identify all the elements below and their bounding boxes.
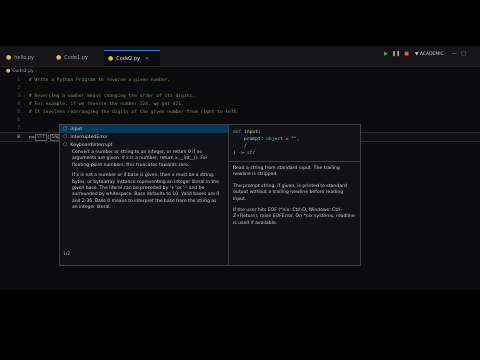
suggestion-counter: 1/2	[63, 252, 71, 257]
python-file-icon: ●	[108, 55, 114, 62]
python-file-icon: ●	[6, 54, 12, 61]
line-number: 5	[17, 109, 20, 115]
code-line: 4 # For example, if we reverse the numbe…	[0, 100, 480, 108]
hover-doc-text: Read a string from standard input. The t…	[229, 166, 360, 227]
python-file-icon: ●	[6, 68, 11, 74]
run-icon[interactable]: ▶	[384, 51, 388, 57]
code-text: # For example, if we reverse the number …	[29, 101, 184, 107]
stop-icon[interactable]: ■	[404, 51, 409, 57]
sig-type: object	[266, 137, 283, 142]
sig-param: prompt	[244, 137, 261, 142]
breadcrumb-label: Code2.py ›	[12, 68, 37, 74]
line-number: 7	[17, 125, 20, 131]
close-icon[interactable]: ✕	[145, 56, 149, 62]
tab-code2-py[interactable]: ● Code2.py ✕	[104, 50, 160, 66]
suggestion-item[interactable]: ⬡ I nterruptedError	[60, 133, 228, 141]
code-line: 3 # Reversing a number means changing th…	[0, 92, 480, 100]
divider	[229, 161, 360, 162]
suggestion-match: input	[70, 126, 83, 132]
line-number: 8	[17, 134, 20, 140]
minimize-icon[interactable]: —	[452, 51, 457, 57]
code-line: 2	[0, 84, 480, 92]
class-kind-icon: ⬡	[63, 142, 68, 148]
pause-icon[interactable]: ❚❚	[392, 51, 400, 57]
code-line: 1 # Write a Python Program to reverse a …	[0, 76, 480, 84]
doc-paragraph: Convert a number or string to an integer…	[72, 150, 208, 168]
python-file-icon: ●	[56, 54, 62, 61]
tab-label: Code1.py	[64, 54, 88, 61]
doc-paragraph: If x is not a number or if base is given…	[72, 173, 220, 211]
class-kind-icon: ⬡	[63, 134, 68, 140]
run-controls: ▶ ❚❚ ■ ▼ ACADEMIC	[384, 51, 444, 57]
sig-function: input	[244, 130, 258, 135]
suggestion-rest: eyboardInterrupt	[73, 142, 113, 148]
function-kind-icon: ⬡	[63, 126, 68, 132]
sig-return: str	[246, 151, 256, 156]
code-text: # Reversing a number means changing the …	[29, 93, 195, 99]
code-line: 5 # It involves rearranging the digits o…	[0, 108, 480, 116]
function-token: int	[34, 134, 47, 142]
sig-default: ""	[291, 137, 297, 142]
suggestion-item[interactable]: ⬡ K eyboardInterrupt	[60, 141, 228, 149]
suggestion-popup: ⬡ input ⬡ I nterruptedError ⬡ K eyboardI…	[59, 124, 229, 266]
editor-window: ● hello.py ● Code1.py ● Code2.py ✕ ▶ ❚❚ …	[0, 46, 480, 290]
doc-paragraph: If the user hits EOF (*nix: Ctrl-D, Wind…	[233, 208, 355, 226]
mode-selector[interactable]: ▼ ACADEMIC	[415, 52, 444, 57]
code-line: 6	[0, 116, 480, 124]
sig-keyword: def	[233, 130, 242, 135]
line-number: 4	[17, 101, 20, 107]
doc-paragraph: The prompt string, if given, is printed …	[233, 183, 347, 202]
suggestion-rest: nterruptedError	[71, 134, 108, 140]
tab-bar: ● hello.py ● Code1.py ● Code2.py ✕ ▶ ❚❚ …	[0, 46, 480, 67]
line-number: 3	[17, 93, 20, 99]
code-text: # It involves rearranging the digits of …	[29, 109, 240, 115]
code-text: # Write a Python Program to reverse a gi…	[29, 77, 171, 83]
suggestion-doc: Convert a number or string to an integer…	[72, 150, 222, 216]
doc-paragraph: Read a string from standard input. The t…	[233, 166, 340, 178]
breadcrumb[interactable]: ● Code2.py ›	[6, 67, 37, 75]
hover-doc-panel: def input( prompt: object = "", / ) -> s…	[228, 124, 361, 266]
function-signature: def input( prompt: object = "", / ) -> s…	[233, 130, 300, 156]
tab-code1-py[interactable]: ● Code1.py	[56, 50, 102, 65]
tab-label: hello.py	[14, 54, 34, 61]
line-number: 6	[17, 117, 20, 123]
tab-label: Code2.py	[116, 55, 140, 62]
line-number: 2	[17, 85, 20, 91]
maximize-icon[interactable]: □	[461, 51, 466, 57]
tab-hello-py[interactable]: ● hello.py	[6, 50, 50, 65]
window-controls: — □	[452, 51, 466, 57]
suggestion-item[interactable]: ⬡ input	[60, 125, 228, 133]
line-number: 1	[17, 77, 20, 83]
